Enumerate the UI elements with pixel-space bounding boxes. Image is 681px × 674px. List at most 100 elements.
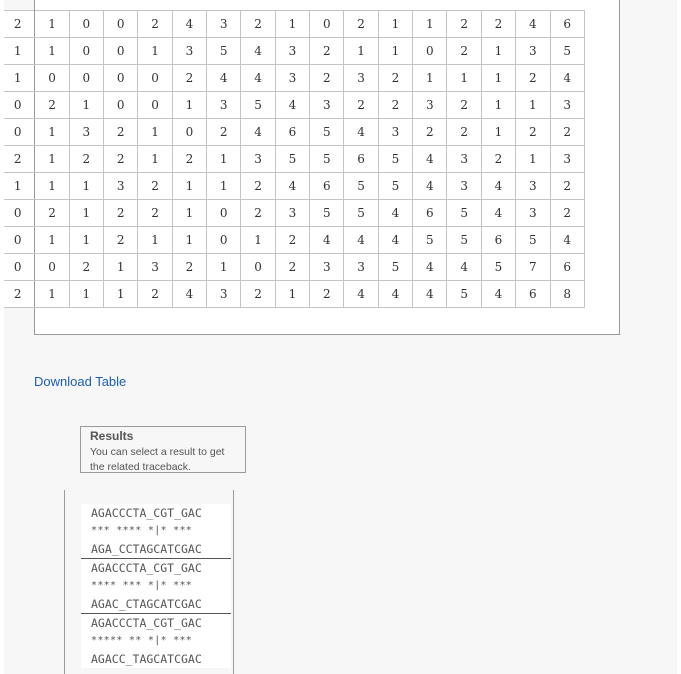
matrix-cell: 0 [103, 91, 139, 119]
aligned-sequence-bottom: AGAC_CTAGCATCGAC [91, 597, 202, 611]
matrix-cell: 3 [515, 172, 551, 200]
matrix-cell: 4 [343, 118, 379, 146]
matrix-cell: 1 [137, 118, 173, 146]
matrix-cell: 4 [172, 280, 208, 308]
matrix-cell: 3 [446, 172, 482, 200]
matrix-cell: 4 [515, 10, 551, 38]
matrix-cell: 5 [446, 280, 482, 308]
matrix-cell: 5 [309, 145, 345, 173]
matrix-cell: 1 [69, 172, 105, 200]
matrix-cell: 3 [412, 91, 448, 119]
matrix-cell: 4 [550, 226, 585, 254]
matrix-cell: 3 [275, 37, 311, 65]
matrix-cell: 5 [378, 145, 414, 173]
matrix-cell: 6 [343, 145, 379, 173]
matrix-cell: 0 [412, 37, 448, 65]
matrix-cell: 6 [550, 253, 585, 281]
matrix-cell: 2 [550, 199, 585, 227]
matrix-cell: 3 [309, 91, 345, 119]
matrix-cell: 2 [1, 145, 36, 173]
matrix-cell: 0 [206, 199, 242, 227]
matrix-cell: 0 [69, 64, 105, 92]
matrix-cell: 6 [550, 10, 585, 38]
matrix-cell: 1 [69, 199, 105, 227]
matrix-cell: 5 [343, 172, 379, 200]
matrix-cell: 5 [446, 199, 482, 227]
matrix-cell: 2 [240, 172, 276, 200]
matrix-cell: 2 [309, 37, 345, 65]
traceback-result-2[interactable]: AGACCCTA_CGT_GAC **** *** *|* *** AGAC_C… [81, 559, 231, 614]
matrix-cell: 2 [446, 37, 482, 65]
matrix-cell: 3 [343, 253, 379, 281]
matrix-cell: 4 [309, 226, 345, 254]
matrix-cell: 4 [412, 172, 448, 200]
download-table-link[interactable]: Download Table [34, 374, 126, 389]
matrix-cell: 2 [240, 10, 276, 38]
matrix-cell: 2 [412, 118, 448, 146]
traceback-list: AGACCCTA_CGT_GAC *** **** *|* *** AGA_CC… [81, 504, 231, 668]
matrix-cell: 1 [69, 91, 105, 119]
matrix-row: 02100135432232113 [1, 91, 585, 119]
matrix-cell: 1 [172, 91, 208, 119]
matrix-cell: 1 [1, 64, 36, 92]
matrix-cell: 4 [275, 172, 311, 200]
aligned-sequence-top: AGACCCTA_CGT_GAC [91, 506, 202, 520]
matrix-cell: 1 [515, 145, 551, 173]
matrix-row: 10000244323211124 [1, 64, 585, 92]
matrix-cell: 2 [481, 10, 517, 38]
traceback-result-1[interactable]: AGACCCTA_CGT_GAC *** **** *|* *** AGA_CC… [81, 504, 231, 559]
matrix-cell: 3 [240, 145, 276, 173]
matrix-cell: 4 [172, 10, 208, 38]
matrix-cell: 0 [206, 226, 242, 254]
matrix-cell: 1 [412, 64, 448, 92]
matrix-cell: 0 [1, 226, 36, 254]
matrix-cell: 5 [550, 37, 585, 65]
page-margin [0, 0, 4, 674]
matrix-cell: 2 [550, 118, 585, 146]
matrix-cell: 3 [103, 172, 139, 200]
matrix-cell: 3 [275, 199, 311, 227]
matrix-cell: 3 [515, 37, 551, 65]
matrix-cell: 2 [69, 145, 105, 173]
aligned-sequence-bottom: AGA_CCTAGCATCGAC [91, 542, 202, 556]
matrix-cell: 5 [206, 37, 242, 65]
matrix-cell: 1 [206, 253, 242, 281]
matrix-cell: 2 [309, 64, 345, 92]
matrix-row: 21002432102112246 [1, 10, 585, 38]
matrix-cell: 1 [34, 10, 70, 38]
matrix-cell: 0 [309, 10, 345, 38]
matrix-cell: 1 [137, 145, 173, 173]
matrix-cell: 2 [481, 145, 517, 173]
matrix-cell: 2 [515, 64, 551, 92]
matrix-cell: 6 [515, 280, 551, 308]
matrix-cell: 2 [34, 199, 70, 227]
matrix-cell: 5 [240, 91, 276, 119]
matrix-cell: 1 [206, 145, 242, 173]
matrix-cell: 0 [69, 10, 105, 38]
matrix-cell: 2 [103, 199, 139, 227]
matrix-cell: 8 [550, 280, 585, 308]
matrix-cell: 6 [412, 199, 448, 227]
matrix-cell: 0 [137, 64, 173, 92]
matrix-cell: 3 [137, 253, 173, 281]
matrix-cell: 0 [1, 253, 36, 281]
matrix-cell: 5 [378, 253, 414, 281]
matrix-cell: 4 [412, 280, 448, 308]
matrix-cell: 1 [412, 10, 448, 38]
matrix-cell: 3 [446, 145, 482, 173]
matrix-cell: 1 [240, 226, 276, 254]
matrix-cell: 3 [550, 91, 585, 119]
aligned-sequence-top: AGACCCTA_CGT_GAC [91, 561, 202, 575]
matrix-cell: 4 [275, 91, 311, 119]
matrix-cell: 2 [103, 118, 139, 146]
traceback-result-3[interactable]: AGACCCTA_CGT_GAC ***** ** *|* *** AGACC_… [81, 614, 231, 668]
results-title: Results [90, 429, 134, 443]
matrix-cell: 4 [412, 253, 448, 281]
matrix-cell: 1 [34, 118, 70, 146]
matrix-cell: 3 [378, 118, 414, 146]
matrix-cell: 5 [309, 199, 345, 227]
matrix-cell: 1 [34, 280, 70, 308]
matrix-cell: 5 [515, 226, 551, 254]
matrix-cell: 7 [515, 253, 551, 281]
matrix-cell: 0 [34, 253, 70, 281]
